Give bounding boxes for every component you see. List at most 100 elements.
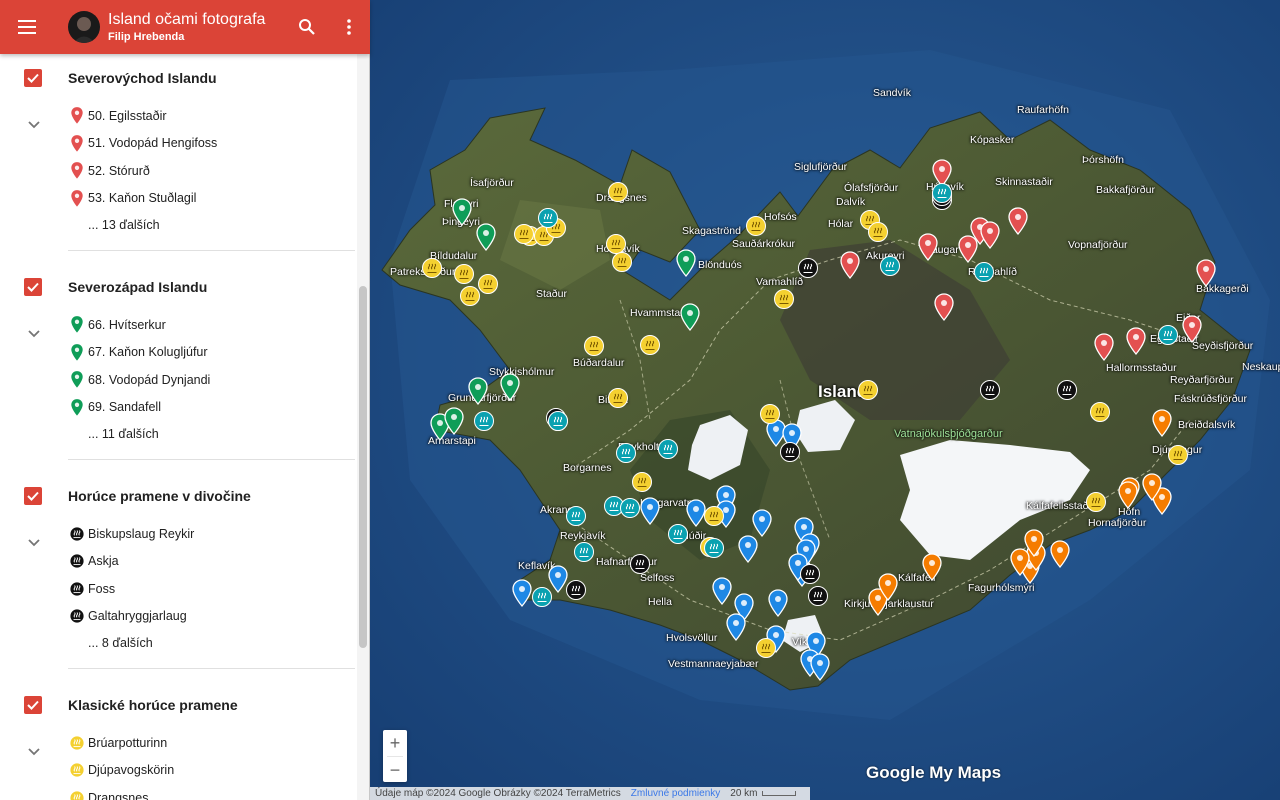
hot-spring-classic-marker[interactable] [1168, 445, 1188, 465]
map-marker-blue[interactable] [548, 565, 568, 593]
map-marker-northeast[interactable] [1008, 207, 1028, 235]
map-marker-blue[interactable] [752, 509, 772, 537]
pool-marker[interactable] [620, 498, 640, 518]
map-marker-northwest[interactable] [500, 373, 520, 401]
hot-spring-classic-marker[interactable] [858, 380, 878, 400]
legend-item[interactable]: 51. Vodopád Hengifoss [0, 130, 369, 158]
hot-spring-wild-marker[interactable] [780, 442, 800, 462]
map-marker-northeast[interactable] [980, 221, 1000, 249]
legend-item[interactable]: Foss [0, 575, 369, 603]
terms-link[interactable]: Zmluvné podmienky [631, 788, 720, 799]
map-marker-blue[interactable] [712, 577, 732, 605]
hot-spring-classic-marker[interactable] [608, 182, 628, 202]
map-marker-orange[interactable] [878, 573, 898, 601]
hot-spring-classic-marker[interactable] [640, 335, 660, 355]
hot-spring-wild-marker[interactable] [808, 586, 828, 606]
map-marker-northwest[interactable] [452, 198, 472, 226]
legend-item[interactable]: Djúpavogskörin [0, 757, 369, 785]
legend-item[interactable]: Biskupslaug Reykir [0, 520, 369, 548]
show-more-link[interactable]: ... 11 ďalších [0, 421, 369, 447]
hot-spring-classic-marker[interactable] [774, 289, 794, 309]
hot-spring-classic-marker[interactable] [584, 336, 604, 356]
legend-item[interactable]: 66. Hvítserkur [0, 311, 369, 339]
hot-spring-classic-marker[interactable] [704, 506, 724, 526]
map-marker-orange[interactable] [1118, 481, 1138, 509]
map-marker-northwest[interactable] [680, 303, 700, 331]
map-marker-orange[interactable] [1050, 540, 1070, 568]
map-marker-blue[interactable] [810, 653, 830, 681]
zoom-out-button[interactable]: − [383, 757, 407, 783]
pool-marker[interactable] [704, 538, 724, 558]
map-marker-blue[interactable] [686, 499, 706, 527]
zoom-in-button[interactable]: + [383, 730, 407, 756]
pool-marker[interactable] [616, 443, 636, 463]
legend-item[interactable]: 53. Kaňon Stuðlagil [0, 185, 369, 213]
legend-item[interactable]: 68. Vodopád Dynjandi [0, 366, 369, 394]
hot-spring-classic-marker[interactable] [514, 224, 534, 244]
map-marker-orange[interactable] [922, 553, 942, 581]
hot-spring-wild-marker[interactable] [566, 580, 586, 600]
map-marker-blue[interactable] [726, 613, 746, 641]
hot-spring-wild-marker[interactable] [1057, 380, 1077, 400]
map-marker-blue[interactable] [512, 579, 532, 607]
hot-spring-classic-marker[interactable] [760, 404, 780, 424]
legend-item[interactable]: 52. Stórurð [0, 157, 369, 185]
map-marker-blue[interactable] [640, 497, 660, 525]
map-marker-northeast[interactable] [934, 293, 954, 321]
hot-spring-wild-marker[interactable] [980, 380, 1000, 400]
pool-marker[interactable] [574, 542, 594, 562]
map-marker-northeast[interactable] [1182, 315, 1202, 343]
layer-visibility-checkbox[interactable] [24, 696, 42, 714]
pool-marker[interactable] [1158, 325, 1178, 345]
layer-name[interactable]: Klasické horúce pramene [68, 697, 238, 713]
search-button[interactable] [286, 0, 328, 54]
map-marker-orange[interactable] [1152, 409, 1172, 437]
more-options-button[interactable] [328, 0, 370, 54]
show-more-link[interactable]: ... 8 ďalších [0, 630, 369, 656]
hot-spring-wild-marker[interactable] [800, 564, 820, 584]
legend-item[interactable]: 50. Egilsstaðir [0, 102, 369, 130]
legend-item[interactable]: 69. Sandafell [0, 394, 369, 422]
map-marker-northwest[interactable] [468, 377, 488, 405]
collapse-layer-button[interactable] [26, 116, 42, 132]
layer-name[interactable]: Severozápad Islandu [68, 279, 207, 295]
map-marker-northeast[interactable] [918, 233, 938, 261]
hot-spring-classic-marker[interactable] [1090, 402, 1110, 422]
hot-spring-classic-marker[interactable] [460, 286, 480, 306]
hot-spring-classic-marker[interactable] [422, 258, 442, 278]
pool-marker[interactable] [880, 256, 900, 276]
collapse-layer-button[interactable] [26, 534, 42, 550]
hot-spring-wild-marker[interactable] [630, 554, 650, 574]
hot-spring-classic-marker[interactable] [478, 274, 498, 294]
hot-spring-classic-marker[interactable] [868, 222, 888, 242]
map-marker-northeast[interactable] [840, 251, 860, 279]
pool-marker[interactable] [932, 183, 952, 203]
hot-spring-classic-marker[interactable] [612, 252, 632, 272]
map-marker-northwest[interactable] [676, 249, 696, 277]
map-marker-blue[interactable] [768, 589, 788, 617]
pool-marker[interactable] [474, 411, 494, 431]
layer-visibility-checkbox[interactable] [24, 487, 42, 505]
pool-marker[interactable] [974, 262, 994, 282]
sidebar-scrollbar[interactable] [357, 54, 369, 800]
menu-button[interactable] [0, 0, 54, 54]
legend-item[interactable]: Galtahryggjarlaug [0, 603, 369, 631]
legend-item[interactable]: Drangsnes [0, 784, 369, 800]
hot-spring-classic-marker[interactable] [608, 388, 628, 408]
hot-spring-classic-marker[interactable] [1086, 492, 1106, 512]
pool-marker[interactable] [532, 587, 552, 607]
pool-marker[interactable] [668, 524, 688, 544]
map-marker-blue[interactable] [738, 535, 758, 563]
hot-spring-wild-marker[interactable] [798, 258, 818, 278]
hot-spring-classic-marker[interactable] [632, 472, 652, 492]
map-marker-northeast[interactable] [1196, 259, 1216, 287]
legend-item[interactable]: 67. Kaňon Kolugljúfur [0, 339, 369, 367]
map-marker-northwest[interactable] [444, 407, 464, 435]
hot-spring-classic-marker[interactable] [746, 216, 766, 236]
layer-name[interactable]: Horúce pramene v divočine [68, 488, 251, 504]
hot-spring-classic-marker[interactable] [454, 264, 474, 284]
layer-visibility-checkbox[interactable] [24, 278, 42, 296]
pool-marker[interactable] [566, 506, 586, 526]
map-marker-northwest[interactable] [476, 223, 496, 251]
layer-name[interactable]: Severovýchod Islandu [68, 70, 217, 86]
